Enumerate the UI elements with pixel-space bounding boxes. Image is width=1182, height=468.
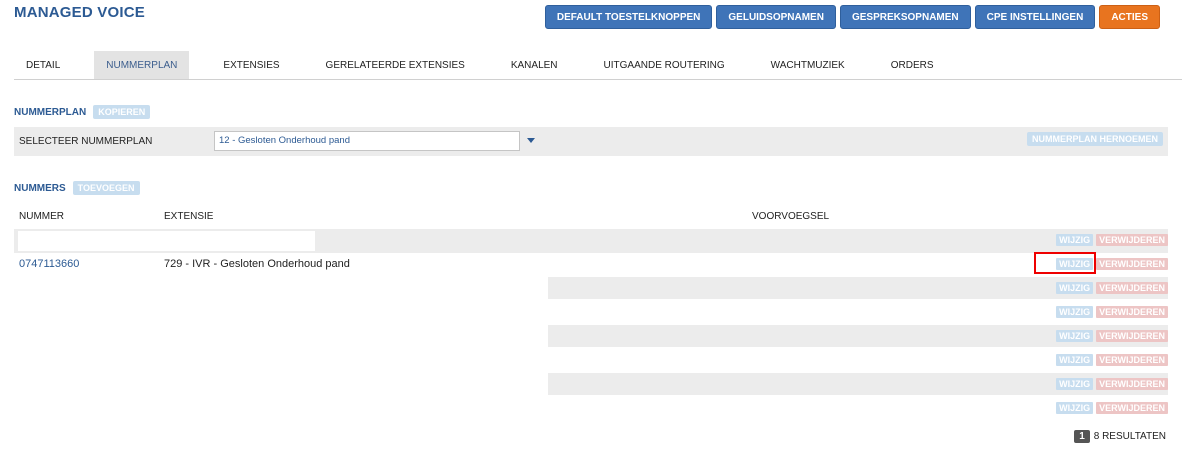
- row-actions: WIJZIG VERWIJDEREN: [1056, 330, 1168, 342]
- nummer-link[interactable]: 0747113660: [19, 258, 79, 270]
- verwijderen-button[interactable]: VERWIJDEREN: [1096, 258, 1168, 270]
- verwijderen-button[interactable]: VERWIJDEREN: [1096, 306, 1168, 318]
- chevron-down-icon[interactable]: [527, 138, 535, 143]
- tab-gerelateerde-extensies[interactable]: GERELATEERDE EXTENSIES: [314, 51, 477, 79]
- nummerplan-hernoemen-button[interactable]: NUMMERPLAN HERNOEMEN: [1027, 132, 1163, 146]
- verwijderen-button[interactable]: VERWIJDEREN: [1096, 234, 1168, 246]
- tab-kanalen[interactable]: KANALEN: [499, 51, 570, 79]
- toevoegen-button[interactable]: TOEVOEGEN: [72, 181, 140, 195]
- column-header-nummer: NUMMER: [19, 211, 64, 222]
- tab-uitgaande-routering[interactable]: UITGAANDE ROUTERING: [592, 51, 737, 79]
- verwijderen-button[interactable]: VERWIJDEREN: [1096, 282, 1168, 294]
- page-title: MANAGED VOICE: [14, 4, 145, 21]
- tab-orders[interactable]: ORDERS: [879, 51, 946, 79]
- wijzig-button[interactable]: WIJZIG: [1056, 306, 1094, 318]
- nummerplan-section-label: NUMMERPLAN: [14, 106, 87, 118]
- geluidsopnamen-button[interactable]: GELUIDSOPNAMEN: [716, 5, 836, 29]
- wijzig-button[interactable]: WIJZIG: [1056, 402, 1094, 414]
- top-toolbar: DEFAULT TOESTELKNOPPEN GELUIDSOPNAMEN GE…: [544, 5, 1160, 29]
- tab-extensies[interactable]: EXTENSIES: [211, 51, 291, 79]
- verwijderen-button[interactable]: VERWIJDEREN: [1096, 330, 1168, 342]
- select-nummerplan-label: SELECTEER NUMMERPLAN: [19, 136, 153, 147]
- default-toestelknoppen-button[interactable]: DEFAULT TOESTELKNOPPEN: [544, 5, 713, 29]
- verwijderen-button[interactable]: VERWIJDEREN: [1096, 378, 1168, 390]
- nummers-section-label: NUMMERS: [14, 182, 66, 194]
- page-number[interactable]: 1: [1074, 430, 1090, 443]
- wijzig-button[interactable]: WIJZIG: [1056, 378, 1094, 390]
- gespreksopnamen-button[interactable]: GESPREKSOPNAMEN: [839, 5, 971, 29]
- tab-detail[interactable]: DETAIL: [14, 51, 72, 79]
- column-header-extensie: EXTENSIE: [164, 211, 214, 222]
- nummerplan-select-row: SELECTEER NUMMERPLAN 12 - Gesloten Onder…: [14, 127, 1168, 156]
- row-actions: WIJZIG VERWIJDEREN: [1056, 306, 1168, 318]
- kopieren-button[interactable]: KOPIEREN: [93, 105, 151, 119]
- row-actions: WIJZIG VERWIJDEREN: [1056, 234, 1168, 246]
- column-header-voorvoegsel: VOORVOEGSEL: [752, 211, 830, 222]
- tab-bar: DETAIL NUMMERPLAN EXTENSIES GERELATEERDE…: [14, 51, 1182, 80]
- nummerplan-section-header: NUMMERPLAN KOPIEREN: [14, 105, 151, 119]
- results-count: 8 RESULTATEN: [1093, 431, 1166, 442]
- wijzig-button[interactable]: WIJZIG: [1056, 282, 1094, 294]
- wijzig-button[interactable]: WIJZIG: [1056, 330, 1094, 342]
- row-actions: WIJZIG VERWIJDEREN: [1056, 282, 1168, 294]
- cpe-instellingen-button[interactable]: CPE INSTELLINGEN: [974, 5, 1096, 29]
- tab-nummerplan[interactable]: NUMMERPLAN: [94, 51, 190, 79]
- row-actions: WIJZIG VERWIJDEREN: [1056, 378, 1168, 390]
- row-actions: WIJZIG VERWIJDEREN: [1056, 354, 1168, 366]
- highlight-box: [1034, 252, 1096, 274]
- acties-button[interactable]: ACTIES: [1099, 5, 1160, 29]
- new-nummer-input[interactable]: [18, 231, 315, 251]
- pagination: 1 8 RESULTATEN: [1074, 430, 1166, 443]
- nummerplan-dropdown[interactable]: 12 - Gesloten Onderhoud pand: [214, 131, 520, 151]
- row-actions: WIJZIG VERWIJDEREN: [1056, 402, 1168, 414]
- verwijderen-button[interactable]: VERWIJDEREN: [1096, 402, 1168, 414]
- extensie-value: 729 - IVR - Gesloten Onderhoud pand: [164, 258, 350, 270]
- nummers-section-header: NUMMERS TOEVOEGEN: [14, 181, 140, 195]
- tab-wachtmuziek[interactable]: WACHTMUZIEK: [759, 51, 857, 79]
- wijzig-button[interactable]: WIJZIG: [1056, 354, 1094, 366]
- verwijderen-button[interactable]: VERWIJDEREN: [1096, 354, 1168, 366]
- wijzig-button[interactable]: WIJZIG: [1056, 234, 1094, 246]
